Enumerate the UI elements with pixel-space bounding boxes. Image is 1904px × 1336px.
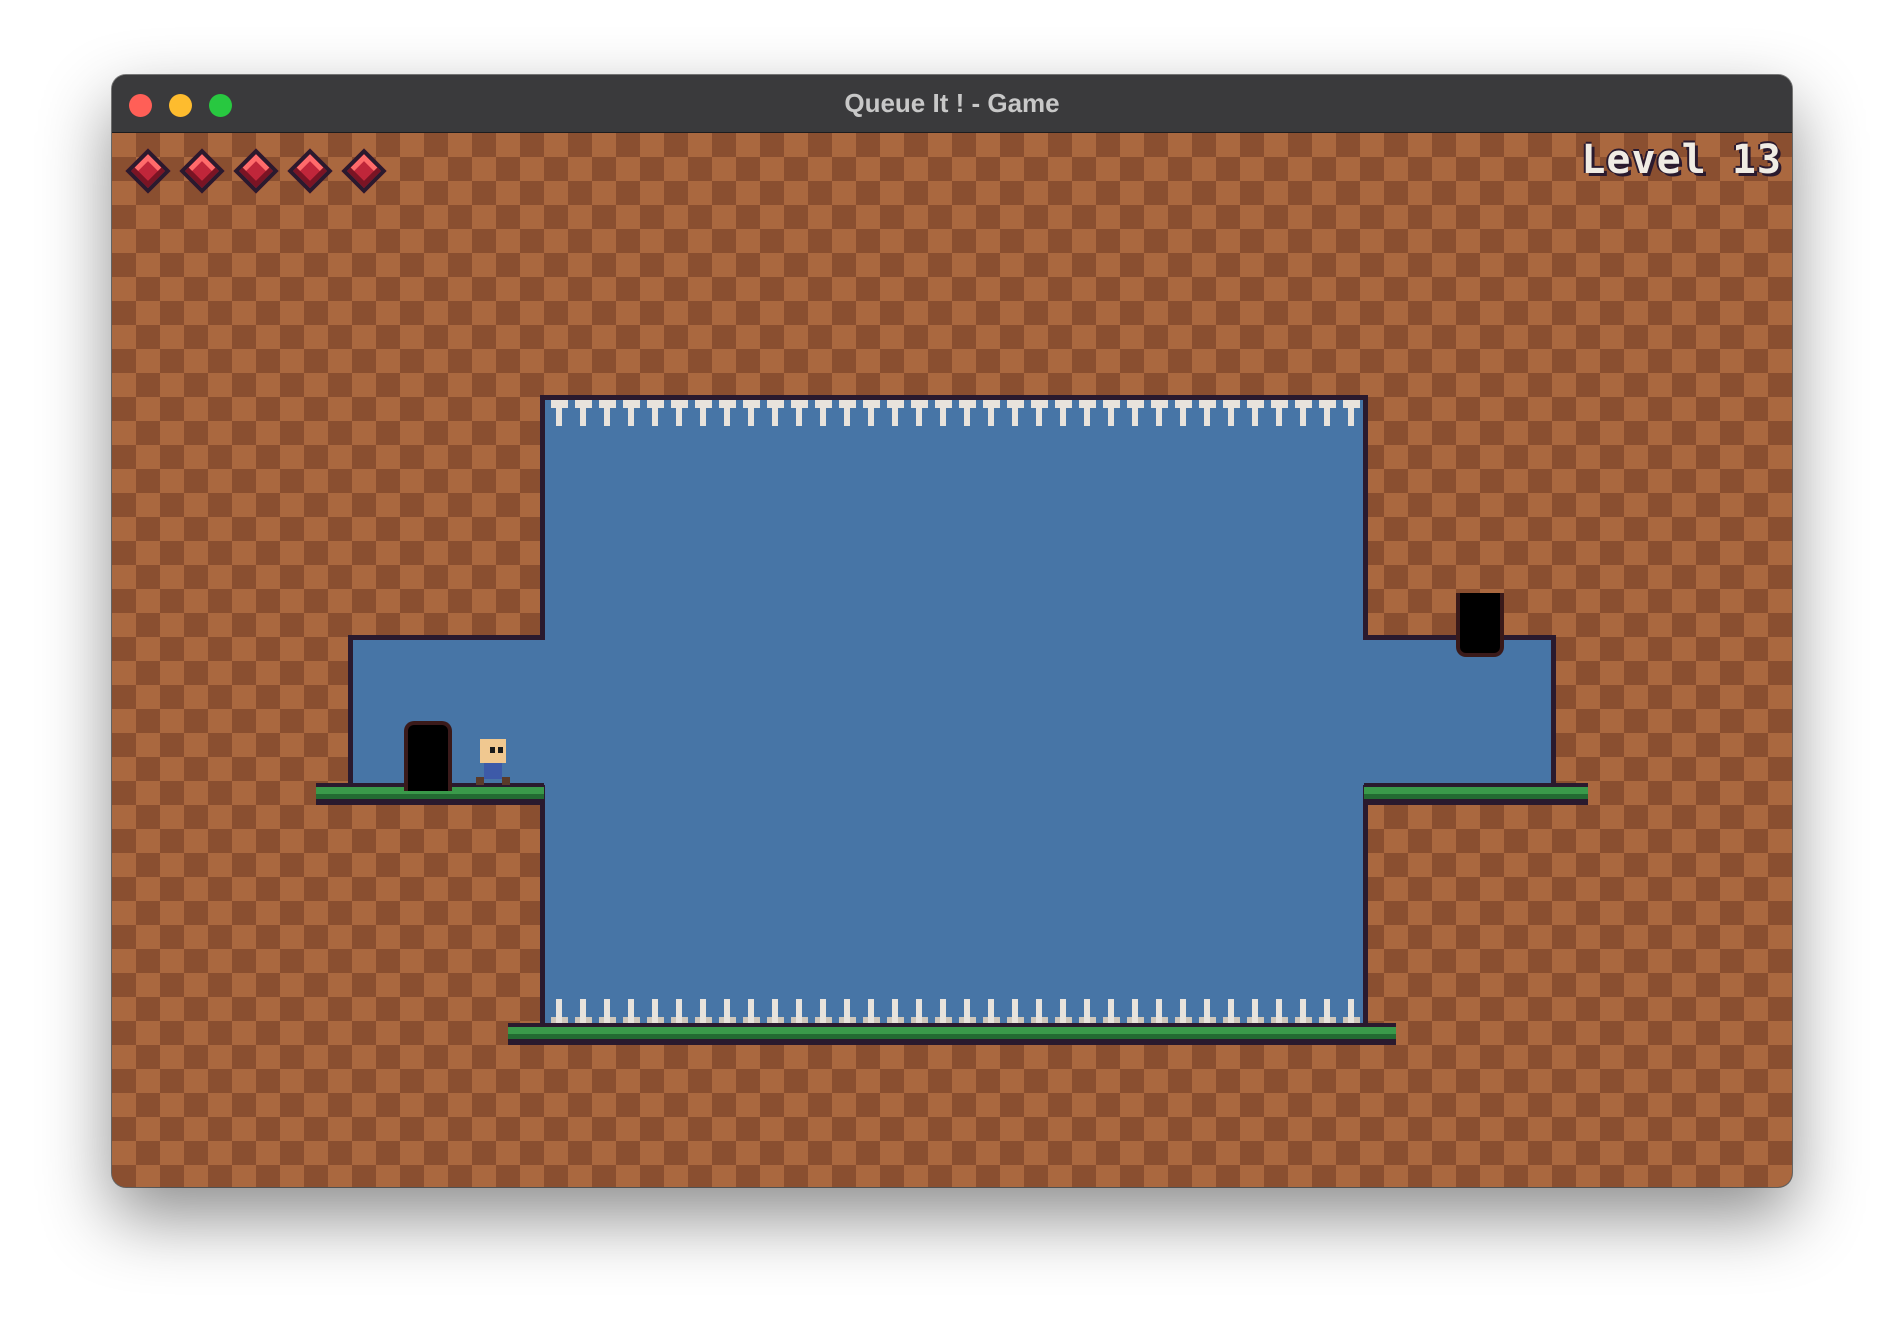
main-chamber [540, 395, 1364, 1025]
gem-shape [179, 148, 225, 194]
window-title: Queue It ! - Game [844, 88, 1060, 118]
gem-shape [341, 148, 387, 194]
player-head [480, 739, 506, 763]
left-pocket-edge-top [348, 635, 545, 640]
gem-shape [287, 148, 333, 194]
chamber-edge-left-upper [540, 395, 545, 639]
red-gem-icon [178, 147, 225, 194]
right-pocket [1360, 635, 1552, 785]
game-canvas[interactable]: Level 13 [112, 133, 1792, 1187]
entry-door [404, 721, 452, 791]
right-ledge-platform [1364, 783, 1588, 805]
player-eye [490, 747, 495, 753]
floor-spikes [548, 999, 1362, 1025]
red-gem-icon [286, 147, 333, 194]
floor-platform [508, 1023, 1396, 1045]
title-bar[interactable]: Queue It ! - Game [112, 75, 1792, 133]
red-gem-icon [340, 147, 387, 194]
app-window: Queue It ! - Game Level 13 [112, 75, 1792, 1187]
player-eye [498, 747, 503, 753]
red-gem-icon [232, 147, 279, 194]
lives-indicator [124, 147, 387, 194]
gem-shape [125, 148, 171, 194]
chamber-edge-left-lower [540, 785, 545, 1025]
gem-shape [233, 148, 279, 194]
red-gem-icon [124, 147, 171, 194]
player-leg [502, 777, 510, 785]
exit-door [1456, 593, 1504, 657]
player-character[interactable] [472, 739, 512, 785]
player-body [484, 763, 502, 779]
chamber-edge-right-lower [1363, 785, 1368, 1025]
left-pocket-edge-left [348, 635, 353, 785]
right-pocket-edge-right [1551, 635, 1556, 785]
ceiling-spikes [548, 400, 1362, 426]
chamber-edge-right-upper [1363, 395, 1368, 639]
level-label: Level 13 [1581, 137, 1782, 183]
player-leg [476, 777, 484, 785]
